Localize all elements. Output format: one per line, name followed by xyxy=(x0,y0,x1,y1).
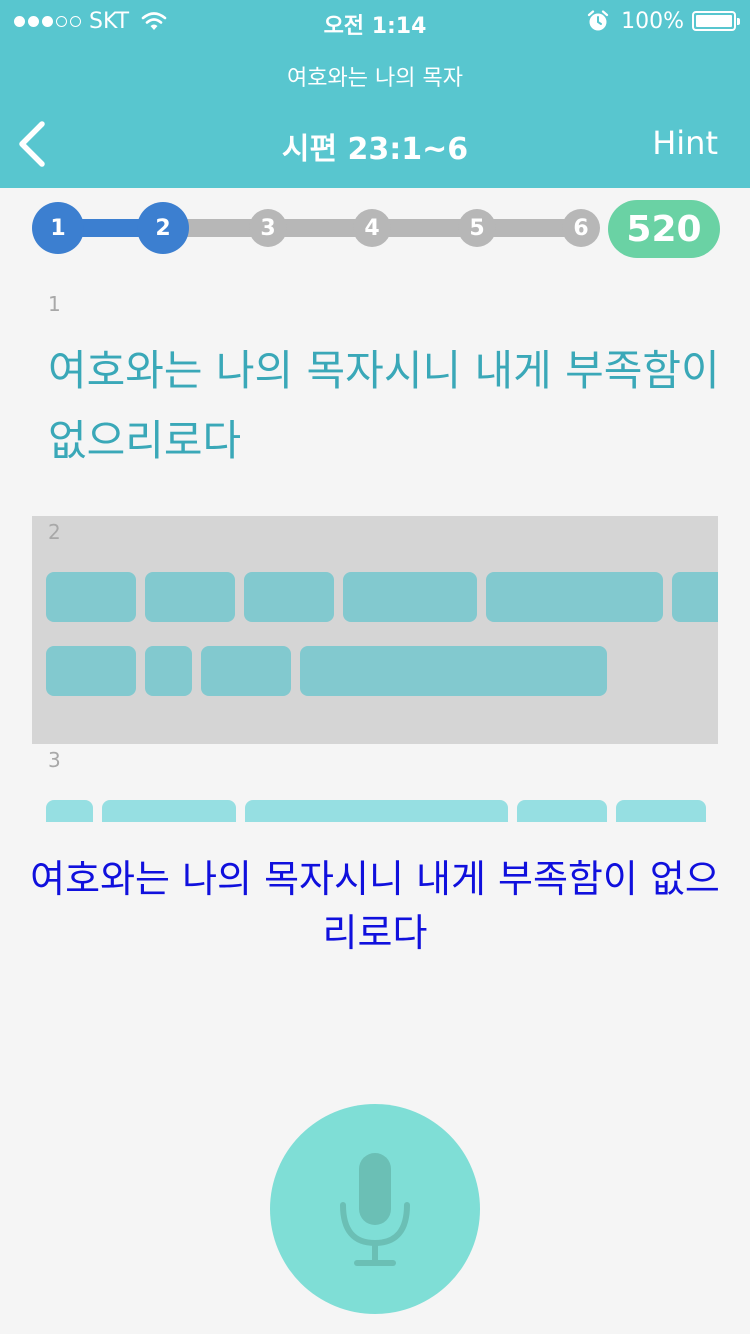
step-5[interactable]: 5 xyxy=(458,209,496,247)
verse-number-2: 2 xyxy=(48,520,61,544)
verse-2-panel[interactable]: 2 xyxy=(32,516,718,744)
hidden-word-chip[interactable] xyxy=(517,800,607,822)
app-screen: SKT 오전 1:14 100% 여호와는 나의 목자 시편 23:1~6 Hi… xyxy=(0,0,750,1334)
hidden-word-chip[interactable] xyxy=(486,572,663,622)
hidden-word-chip[interactable] xyxy=(244,572,334,622)
hidden-word-chip[interactable] xyxy=(201,646,291,696)
hidden-word-chip[interactable] xyxy=(46,646,136,696)
battery-percent: 100% xyxy=(621,8,684,34)
hidden-word-chip[interactable] xyxy=(145,646,192,696)
battery-icon xyxy=(692,11,740,31)
verse-text-1: 여호와는 나의 목자시니 내게 부족함이 없으리로다 xyxy=(48,346,720,465)
step-6[interactable]: 6 xyxy=(562,209,600,247)
step-1[interactable]: 1 xyxy=(32,202,84,254)
hidden-word-chip[interactable] xyxy=(145,572,235,622)
hint-button[interactable]: Hint xyxy=(652,124,718,162)
verse-number-3: 3 xyxy=(48,748,61,772)
verse-number-1: 1 xyxy=(48,292,61,316)
hidden-word-chip[interactable] xyxy=(46,572,136,622)
step-4[interactable]: 4 xyxy=(353,209,391,247)
status-bar: SKT 오전 1:14 100% xyxy=(0,0,750,40)
battery-fill xyxy=(696,15,732,27)
header: SKT 오전 1:14 100% 여호와는 나의 목자 시편 23:1~6 Hi… xyxy=(0,0,750,188)
step-2[interactable]: 2 xyxy=(137,202,189,254)
hidden-word-chip[interactable] xyxy=(300,646,607,696)
verse-progress: 1 2 3 4 5 6 520 xyxy=(32,200,720,260)
step-3[interactable]: 3 xyxy=(249,209,287,247)
status-right: 100% xyxy=(587,8,740,34)
hidden-word-chip[interactable] xyxy=(102,800,236,822)
verse-3-chips xyxy=(0,790,750,822)
page-title: 시편 23:1~6 xyxy=(281,132,469,167)
microphone-button[interactable] xyxy=(270,1104,480,1314)
microphone-icon xyxy=(340,1153,410,1266)
hidden-word-chip[interactable] xyxy=(245,800,508,822)
hidden-word-chip[interactable] xyxy=(46,800,93,822)
chapter-subtitle: 여호와는 나의 목자 xyxy=(287,66,463,91)
hidden-word-chip[interactable] xyxy=(616,800,706,822)
alarm-icon xyxy=(587,10,609,31)
recognized-speech-text: 여호와는 나의 목자시니 내게 부족함이 없으리로다 xyxy=(30,857,720,955)
hidden-word-chip[interactable] xyxy=(672,572,718,622)
hidden-word-chip[interactable] xyxy=(343,572,477,622)
score-badge: 520 xyxy=(608,200,720,258)
